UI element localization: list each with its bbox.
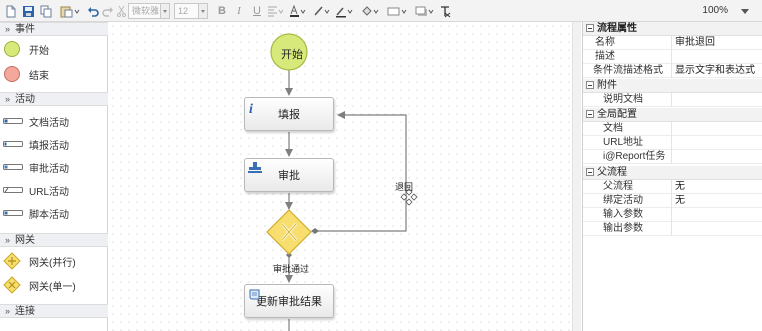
align-icon[interactable] — [266, 3, 284, 19]
diagram-canvas[interactable]: 开始 i 填报 审批 退回 审批通过 更新审批结果 — [109, 22, 581, 331]
diagram-edges — [285, 70, 418, 331]
script-icon — [248, 288, 262, 305]
palette-section-connections[interactable]: » 连接 — [0, 304, 108, 318]
edge-label-approved: 审批通过 — [273, 264, 310, 274]
exclusive-gateway-icon — [3, 276, 25, 294]
parallel-gateway-icon — [3, 252, 25, 270]
save-icon[interactable] — [20, 3, 36, 19]
info-icon: i — [248, 101, 258, 118]
script-activity-icon — [3, 204, 25, 222]
collapse-icon[interactable] — [586, 24, 594, 32]
cut-icon[interactable] — [116, 3, 126, 19]
prop-row-document[interactable]: 文档 — [583, 122, 762, 136]
prop-row-doc[interactable]: 说明文档 — [583, 93, 762, 107]
zoom-level: 100% — [702, 5, 728, 16]
prop-row-description[interactable]: 描述 — [583, 50, 762, 64]
exclusive-gateway[interactable] — [266, 209, 312, 255]
palette-item-fill-activity[interactable]: 填报活动 — [3, 135, 69, 153]
line-style-icon[interactable] — [334, 3, 356, 19]
palette-item-url-activity[interactable]: URL活动 — [3, 181, 69, 199]
font-color-icon[interactable] — [288, 3, 308, 19]
palette-section-activities[interactable]: » 活动 — [0, 92, 108, 106]
prop-row-report-task[interactable]: i@Report任务 — [583, 150, 762, 164]
document-activity-icon — [3, 112, 25, 130]
props-group-global[interactable]: 全局配置 — [583, 108, 762, 122]
prop-row-condition-format[interactable]: 条件流描述格式 显示文字和表达式 — [583, 64, 762, 78]
clear-format-icon[interactable] — [438, 3, 452, 19]
paste-icon[interactable] — [58, 3, 82, 19]
undo-icon[interactable] — [86, 3, 100, 19]
collapse-icon[interactable] — [586, 168, 594, 176]
props-group-process[interactable]: 流程属性 — [583, 22, 762, 36]
palette-section-gateways[interactable]: » 网关 — [0, 233, 108, 247]
task-fill[interactable]: i 填报 — [244, 97, 334, 131]
font-family-select[interactable]: 微软雅 — [128, 3, 170, 19]
prop-row-name[interactable]: 名称 审批退回 — [583, 36, 762, 50]
end-event-icon — [3, 65, 25, 83]
prop-row-output-params[interactable]: 输出参数 — [583, 222, 762, 236]
palette-item-exclusive-gateway[interactable]: 网关(单一) — [3, 276, 76, 294]
palette-item-script-activity[interactable]: 脚本活动 — [3, 204, 69, 222]
shadow-icon[interactable] — [414, 3, 436, 19]
url-activity-icon — [3, 181, 25, 199]
line-color-icon[interactable] — [312, 3, 332, 19]
fill-color-icon[interactable] — [360, 3, 382, 19]
shape-palette: » 事件 开始 结束 » 活动 文档活动 填报活动 审批活动 URL活动 脚本活动 … — [0, 22, 108, 331]
palette-item-document-activity[interactable]: 文档活动 — [3, 112, 69, 130]
task-update-result[interactable]: 更新审批结果 — [244, 284, 334, 318]
collapse-icon[interactable] — [586, 81, 594, 89]
collapse-icon[interactable] — [586, 110, 594, 118]
zoom-dropdown-icon[interactable] — [738, 3, 752, 19]
toolbar: 微软雅 12 B I U 100% — [0, 0, 762, 22]
border-icon[interactable] — [386, 3, 410, 19]
svg-text:i: i — [249, 102, 253, 115]
stamp-icon — [248, 162, 262, 177]
start-event-label: 开始 — [281, 49, 303, 61]
bold-icon[interactable]: B — [216, 3, 228, 19]
new-file-icon[interactable] — [4, 3, 18, 19]
palette-item-parallel-gateway[interactable]: 网关(并行) — [3, 252, 76, 270]
props-group-attachment[interactable]: 附件 — [583, 79, 762, 93]
palette-item-approval-activity[interactable]: 审批活动 — [3, 158, 69, 176]
canvas-vertical-scrollbar[interactable] — [572, 22, 581, 331]
italic-icon[interactable]: I — [233, 3, 245, 19]
font-size-select[interactable]: 12 — [174, 3, 208, 19]
props-group-parent[interactable]: 父流程 — [583, 166, 762, 180]
edge-label-reject: 退回 — [395, 182, 414, 192]
redo-icon[interactable] — [102, 3, 114, 19]
underline-icon[interactable]: U — [251, 3, 263, 19]
properties-panel: 流程属性 名称 审批退回 描述 条件流描述格式 显示文字和表达式 附件 说明文档… — [582, 22, 762, 331]
start-event-icon — [3, 40, 25, 58]
fill-activity-icon — [3, 135, 25, 153]
palette-item-start[interactable]: 开始 — [3, 40, 49, 58]
prop-row-url[interactable]: URL地址 — [583, 136, 762, 150]
approval-activity-icon — [3, 158, 25, 176]
palette-section-events[interactable]: » 事件 — [0, 22, 108, 36]
prop-row-input-params[interactable]: 输入参数 — [583, 208, 762, 222]
task-approve[interactable]: 审批 — [244, 158, 334, 192]
palette-item-end[interactable]: 结束 — [3, 65, 49, 83]
prop-row-parent-process[interactable]: 父流程 无 — [583, 180, 762, 194]
copy-icon[interactable] — [38, 3, 54, 19]
prop-row-bound-activity[interactable]: 绑定活动 无 — [583, 194, 762, 208]
